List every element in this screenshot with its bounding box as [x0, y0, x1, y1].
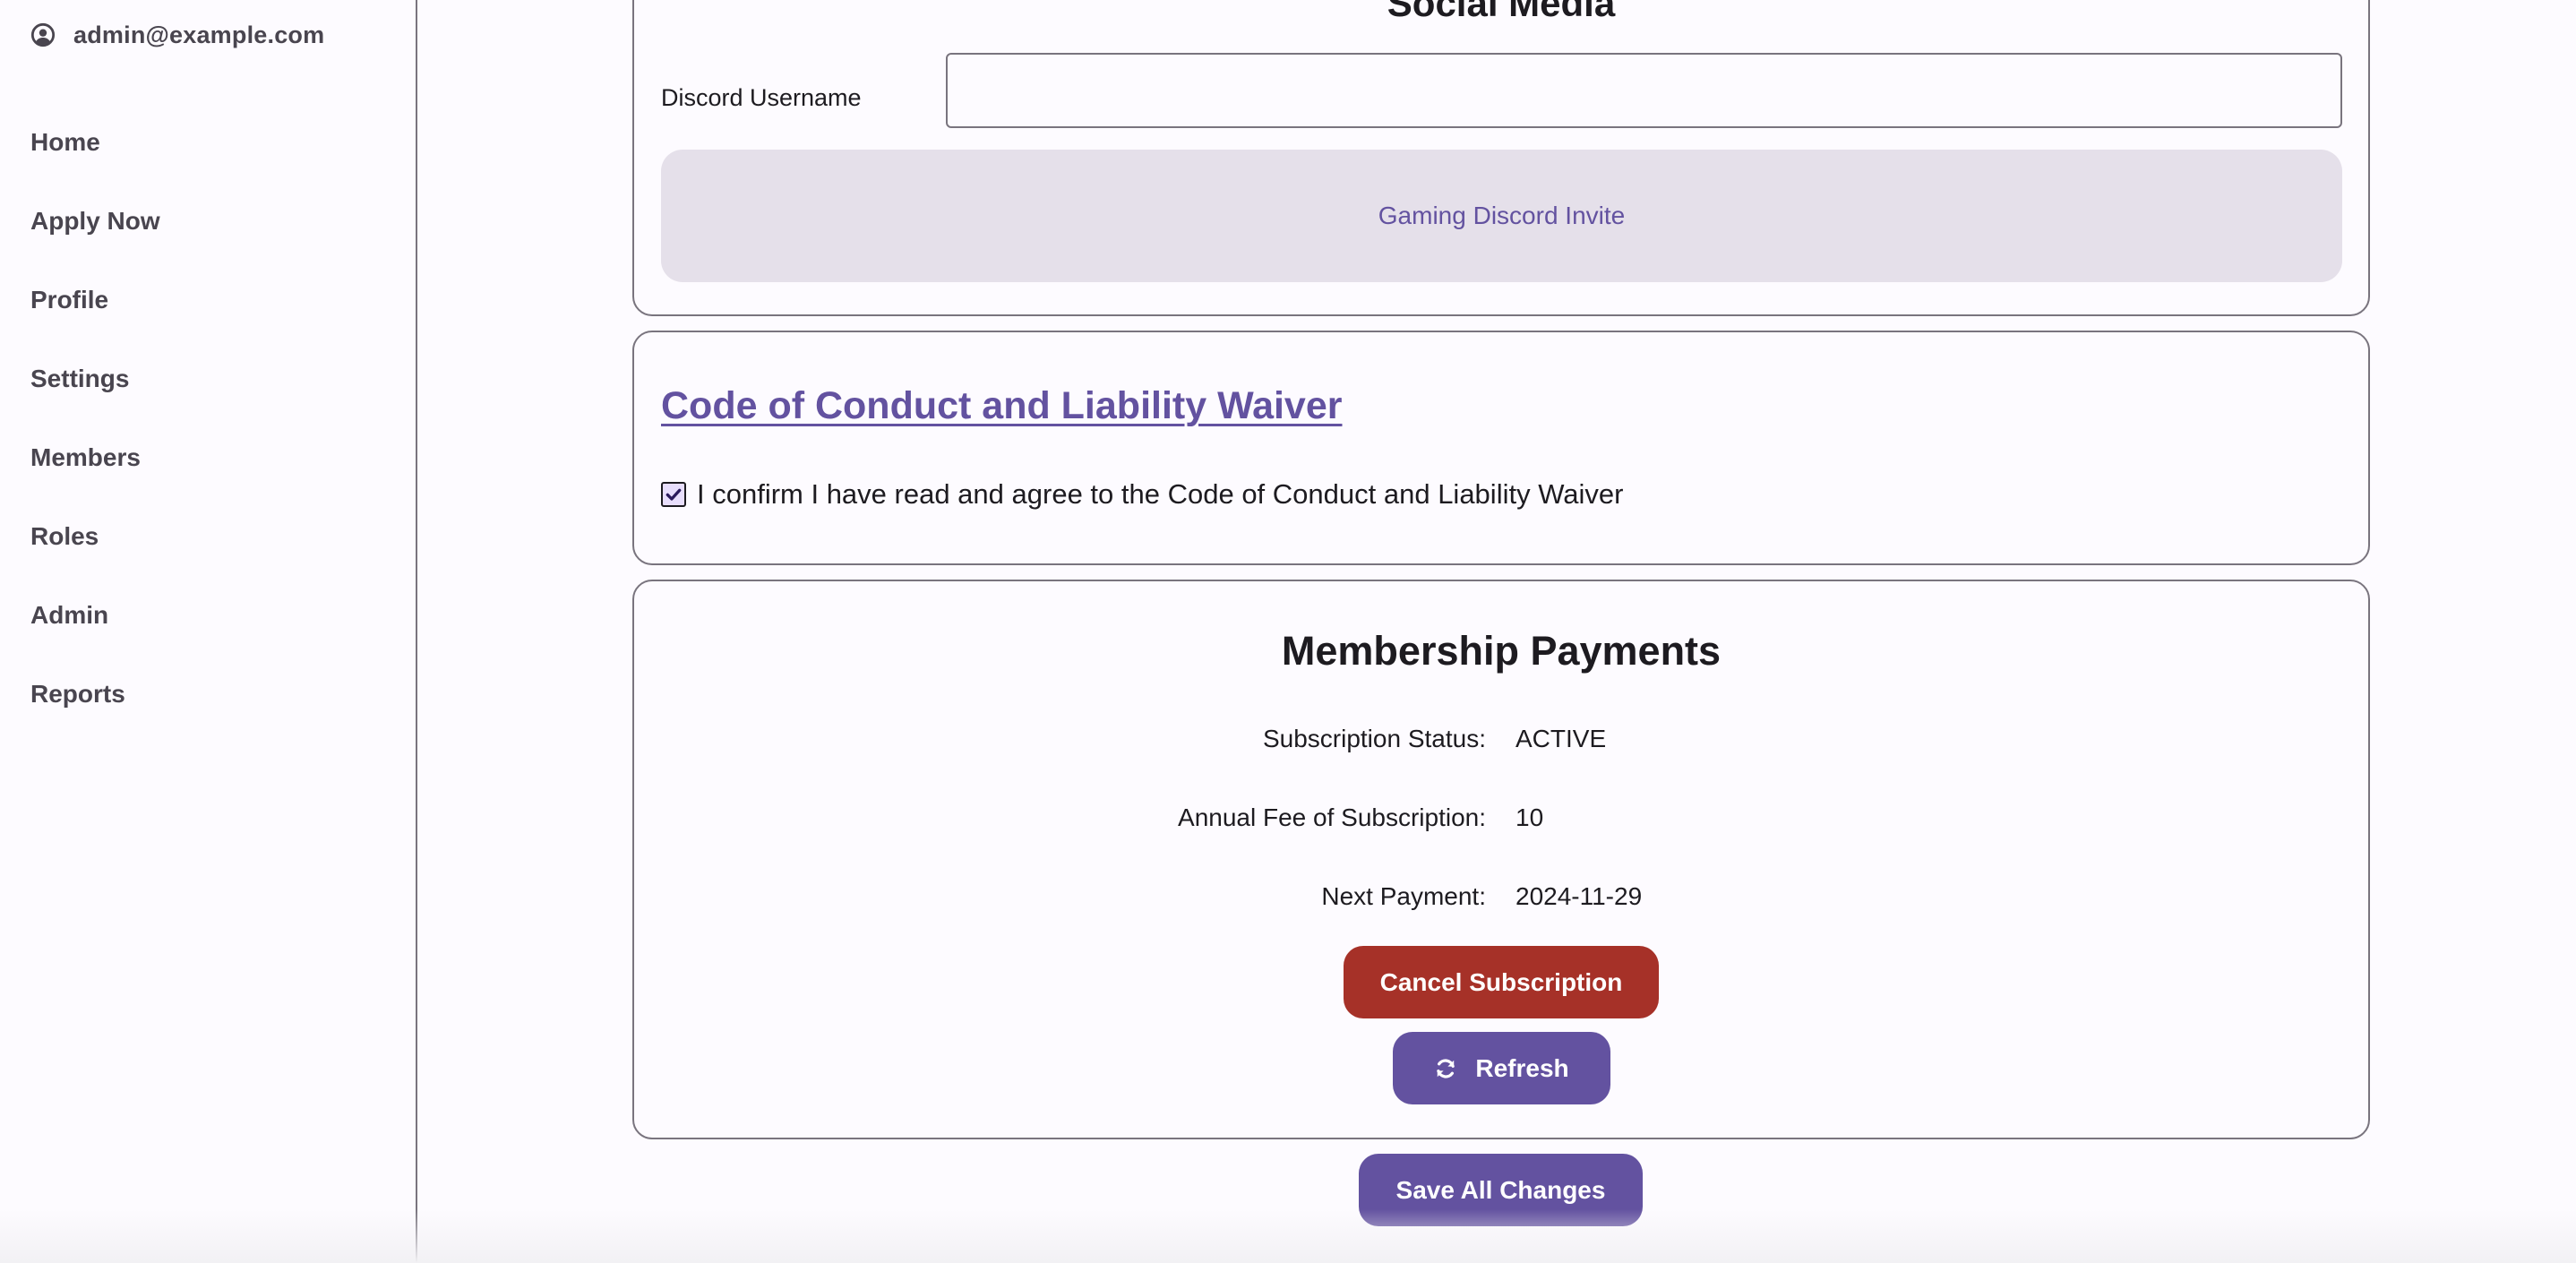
- next-payment-value: 2024-11-29: [1516, 882, 1643, 910]
- account-circle-icon: [30, 22, 56, 47]
- subscription-status-label: Subscription Status:: [1262, 725, 1486, 752]
- agree-checkbox-label: I confirm I have read and agree to the C…: [697, 478, 1624, 510]
- next-payment-label: Next Payment:: [1321, 882, 1486, 910]
- social-media-title: Social Media: [1387, 0, 1616, 24]
- membership-payments-title: Membership Payments: [1281, 628, 1722, 674]
- sidebar-item-settings[interactable]: Settings: [30, 358, 160, 437]
- subscription-status-value: ACTIVE: [1516, 725, 1607, 752]
- sidebar: admin@example.com Home Apply Now Profile…: [0, 0, 417, 1263]
- gaming-discord-invite-button[interactable]: Gaming Discord Invite: [661, 150, 2342, 282]
- subscription-status-row: Subscription Status: ACTIVE: [634, 725, 2368, 760]
- annual-fee-row: Annual Fee of Subscription: 10: [634, 803, 2368, 839]
- cancel-subscription-button[interactable]: Cancel Subscription: [1344, 946, 1659, 1018]
- user-email: admin@example.com: [73, 21, 325, 48]
- refresh-button[interactable]: Refresh: [1393, 1032, 1610, 1104]
- user-info: admin@example.com: [30, 18, 324, 52]
- cancel-subscription-label: Cancel Subscription: [1379, 967, 1623, 996]
- sidebar-item-reports[interactable]: Reports: [30, 674, 160, 752]
- sidebar-item-home[interactable]: Home: [30, 122, 160, 201]
- annual-fee-label: Annual Fee of Subscription:: [1178, 803, 1486, 831]
- code-of-conduct-link[interactable]: Code of Conduct and Liability Waiver: [661, 384, 1343, 428]
- sidebar-item-roles[interactable]: Roles: [30, 516, 160, 595]
- next-payment-row: Next Payment: 2024-11-29: [634, 882, 2368, 918]
- checkmark-icon: [665, 488, 682, 501]
- annual-fee-value: 10: [1516, 803, 1544, 831]
- sidebar-nav: Home Apply Now Profile Settings Members …: [30, 122, 160, 752]
- save-all-changes-label: Save All Changes: [1395, 1175, 1606, 1204]
- sidebar-item-members[interactable]: Members: [30, 437, 160, 516]
- save-all-changes-button[interactable]: Save All Changes: [1359, 1154, 1643, 1226]
- membership-payments-card: Membership Payments Subscription Status:…: [632, 580, 2370, 1139]
- agree-checkbox-row: I confirm I have read and agree to the C…: [661, 478, 1624, 511]
- discord-username-input[interactable]: [946, 53, 2342, 128]
- refresh-label: Refresh: [1475, 1053, 1569, 1082]
- sidebar-item-admin[interactable]: Admin: [30, 595, 160, 674]
- gaming-discord-invite-label: Gaming Discord Invite: [1378, 202, 1626, 229]
- sidebar-item-apply-now[interactable]: Apply Now: [30, 201, 160, 279]
- social-media-card: Social Media Discord Username Gaming Dis…: [632, 0, 2370, 316]
- discord-username-label: Discord Username: [661, 84, 862, 111]
- refresh-icon: [1437, 1058, 1455, 1078]
- sidebar-item-profile[interactable]: Profile: [30, 279, 160, 358]
- code-of-conduct-card: Code of Conduct and Liability Waiver I c…: [632, 331, 2370, 565]
- agree-checkbox[interactable]: [661, 482, 686, 507]
